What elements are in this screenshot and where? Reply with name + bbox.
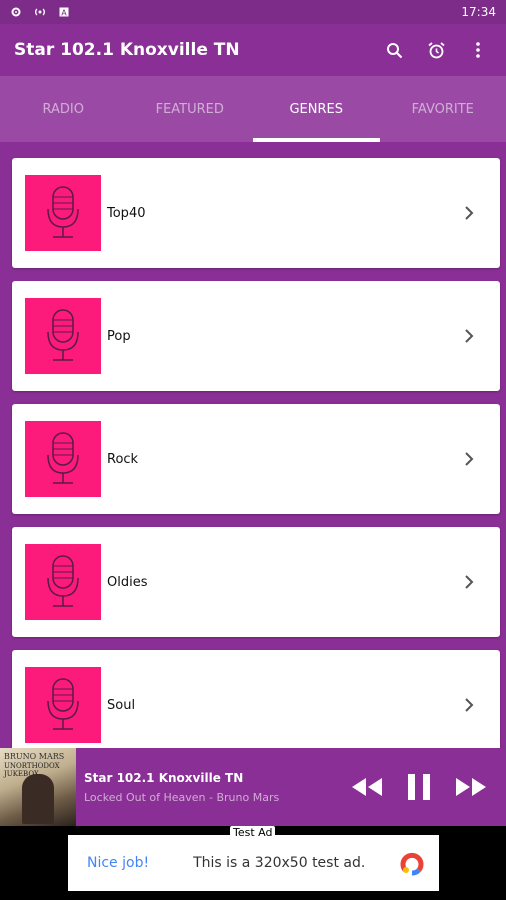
- genre-item-pop[interactable]: Pop: [12, 281, 500, 391]
- album-figure: [22, 774, 54, 824]
- genre-label: Oldies: [107, 574, 148, 590]
- genre-list[interactable]: Top40 Pop Rock Oldies Soul: [0, 142, 506, 748]
- alarm-clock-icon: [427, 41, 445, 58]
- player-track-name: Locked Out of Heaven - Bruno Mars: [84, 790, 280, 804]
- chevron-right-icon: [465, 329, 474, 343]
- player-station-name: Star 102.1 Knoxville TN: [84, 770, 244, 785]
- ad-message: This is a 320x50 test ad.: [193, 855, 366, 871]
- genre-thumbnail: [25, 298, 101, 374]
- broadcast-icon: [35, 8, 45, 16]
- album-artist-text: BRUNO MARS: [4, 752, 65, 761]
- genre-item-top40[interactable]: Top40: [12, 158, 500, 268]
- page-title: Star 102.1 Knoxville TN: [14, 40, 240, 60]
- chevron-right-icon: [465, 206, 474, 220]
- settings-icon: [11, 7, 21, 17]
- mini-player[interactable]: BRUNO MARS UNORTHODOX JUKEBOX Star 102.1…: [0, 748, 506, 826]
- status-bar: A 17:34: [0, 0, 506, 24]
- search-icon: [386, 42, 402, 58]
- microphone-icon: [47, 309, 79, 361]
- chevron-right-icon: [465, 452, 474, 466]
- genre-thumbnail: [25, 421, 101, 497]
- tab-genres[interactable]: GENRES: [253, 76, 380, 142]
- app-bar: Star 102.1 Knoxville TN: [0, 24, 506, 76]
- genre-thumbnail: [25, 175, 101, 251]
- ad-tag: Test Ad: [230, 826, 276, 840]
- genre-item-rock[interactable]: Rock: [12, 404, 500, 514]
- genre-label: Top40: [107, 205, 146, 221]
- ad-content[interactable]: Nice job! This is a 320x50 test ad.: [68, 835, 439, 891]
- clock: 17:34: [461, 5, 496, 19]
- rewind-button[interactable]: [350, 776, 384, 798]
- tab-radio[interactable]: RADIO: [0, 76, 127, 142]
- microphone-icon: [47, 432, 79, 484]
- ad-banner: Nice job! This is a 320x50 test ad. Test…: [0, 826, 506, 900]
- genre-item-oldies[interactable]: Oldies: [12, 527, 500, 637]
- alarm-button[interactable]: [426, 40, 446, 60]
- genre-thumbnail: [25, 667, 101, 743]
- tab-bar: RADIO FEATURED GENRES FAVORITE: [0, 76, 506, 142]
- tab-featured[interactable]: FEATURED: [127, 76, 254, 142]
- pause-button[interactable]: [406, 773, 432, 801]
- genre-label: Soul: [107, 697, 136, 713]
- microphone-icon: [47, 186, 79, 238]
- svg-text:A: A: [61, 9, 67, 18]
- album-art: BRUNO MARS UNORTHODOX JUKEBOX: [0, 748, 76, 826]
- tab-favorite[interactable]: FAVORITE: [380, 76, 506, 142]
- ad-logo-icon: [400, 852, 424, 876]
- genre-label: Pop: [107, 328, 131, 344]
- more-vert-icon: [476, 42, 480, 58]
- fast-forward-button[interactable]: [454, 776, 488, 798]
- chevron-right-icon: [465, 698, 474, 712]
- ad-nice-text: Nice job!: [87, 855, 150, 871]
- chevron-right-icon: [465, 575, 474, 589]
- search-button[interactable]: [384, 40, 404, 60]
- notification-icon: A: [59, 7, 69, 18]
- genre-item-soul[interactable]: Soul: [12, 650, 500, 748]
- more-options-button[interactable]: [468, 40, 488, 60]
- genre-label: Rock: [107, 451, 139, 467]
- genre-thumbnail: [25, 544, 101, 620]
- microphone-icon: [47, 678, 79, 730]
- microphone-icon: [47, 555, 79, 607]
